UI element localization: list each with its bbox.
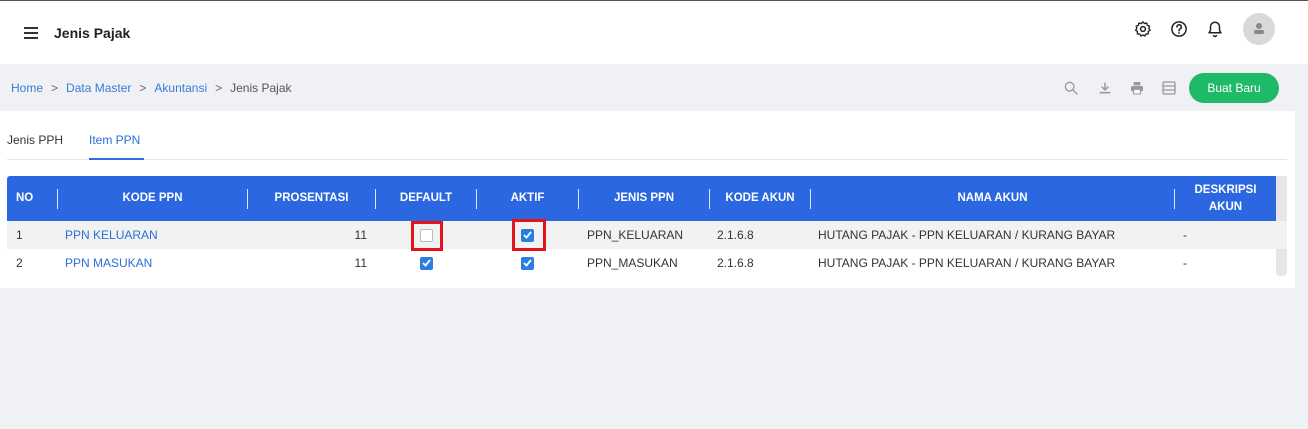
avatar[interactable]	[1243, 13, 1275, 45]
cell-no: 2	[16, 256, 23, 270]
cell-kode-akun: 2.1.6.8	[717, 228, 754, 242]
print-icon[interactable]	[1129, 80, 1145, 96]
breadcrumb-separator: >	[215, 81, 223, 95]
ppn-table: NO KODE PPN PROSENTASI DEFAULT AKTIF JEN…	[7, 176, 1287, 277]
create-new-button[interactable]: Buat Baru	[1189, 73, 1279, 103]
table-row[interactable]: 2 PPN MASUKAN 11 PPN_MASUKAN 2.1.6.8 HUT…	[7, 249, 1287, 277]
highlight-aktif-checkbox	[512, 219, 546, 251]
breadcrumb-current: Jenis Pajak	[230, 81, 292, 95]
aktif-checkbox[interactable]	[521, 256, 534, 270]
settings-icon[interactable]	[1134, 20, 1152, 38]
active-tab-indicator	[89, 158, 144, 160]
tab-item-ppn[interactable]: Item PPN	[89, 133, 140, 147]
breadcrumb-separator: >	[51, 81, 59, 95]
download-icon[interactable]	[1097, 80, 1113, 96]
cell-nama-akun: HUTANG PAJAK - PPN KELUARAN / KURANG BAY…	[818, 228, 1116, 242]
check-icon	[523, 259, 532, 267]
breadcrumb-separator: >	[139, 81, 147, 95]
column-header-no[interactable]: NO	[7, 176, 57, 221]
column-header-jenis-ppn[interactable]: JENIS PPN	[579, 176, 709, 221]
cell-no: 1	[16, 228, 23, 242]
column-header-default[interactable]: DEFAULT	[376, 176, 476, 221]
column-header-kode-ppn[interactable]: KODE PPN	[58, 176, 247, 221]
table-row[interactable]: 1 PPN KELUARAN 11 PPN_KELUARAN 2.1.6.8 H…	[7, 221, 1287, 249]
breadcrumb-data-master[interactable]: Data Master	[66, 81, 131, 95]
cell-nama-akun: HUTANG PAJAK - PPN KELUARAN / KURANG BAY…	[818, 256, 1116, 270]
columns-icon[interactable]	[1161, 80, 1177, 96]
cell-kode-ppn-link[interactable]: PPN MASUKAN	[65, 249, 152, 277]
breadcrumb-bar: Home > Data Master > Akuntansi > Jenis P…	[0, 64, 1308, 111]
cell-jenis-ppn: PPN_MASUKAN	[587, 256, 678, 270]
tab-jenis-pph[interactable]: Jenis PPH	[7, 133, 63, 147]
content-panel: Jenis PPH Item PPN NO KODE PPN PROSENTAS…	[0, 111, 1295, 288]
breadcrumb-akuntansi[interactable]: Akuntansi	[154, 81, 207, 95]
tab-bar: Jenis PPH Item PPN	[7, 111, 1287, 160]
table-header: NO KODE PPN PROSENTASI DEFAULT AKTIF JEN…	[7, 176, 1287, 221]
cell-prosentasi: 11	[354, 256, 367, 270]
search-icon[interactable]	[1063, 80, 1079, 96]
cell-jenis-ppn: PPN_KELUARAN	[587, 228, 684, 242]
column-header-deskripsi-line2: AKUN	[1208, 200, 1243, 213]
check-icon	[422, 259, 431, 267]
app-header: Jenis Pajak	[0, 1, 1308, 64]
cell-kode-akun: 2.1.6.8	[717, 256, 754, 270]
breadcrumb-home[interactable]: Home	[11, 81, 43, 95]
user-avatar-icon	[1254, 23, 1264, 34]
cell-deskripsi: -	[1183, 256, 1187, 270]
page-title: Jenis Pajak	[54, 25, 131, 41]
default-checkbox[interactable]	[420, 256, 433, 270]
column-header-kode-akun[interactable]: KODE AKUN	[710, 176, 810, 221]
column-header-deskripsi-line1: DESKRIPSI	[1194, 183, 1257, 196]
highlight-default-checkbox	[411, 221, 443, 251]
column-header-nama-akun[interactable]: NAMA AKUN	[811, 176, 1174, 221]
column-header-deskripsi-akun[interactable]: DESKRIPSI AKUN	[1175, 176, 1276, 221]
column-header-prosentasi[interactable]: PROSENTASI	[248, 176, 375, 221]
cell-prosentasi: 11	[354, 228, 367, 242]
breadcrumb: Home > Data Master > Akuntansi > Jenis P…	[11, 81, 292, 95]
cell-kode-ppn-link[interactable]: PPN KELUARAN	[65, 221, 158, 249]
bell-icon[interactable]	[1206, 20, 1224, 38]
cell-deskripsi: -	[1183, 228, 1187, 242]
column-header-aktif[interactable]: AKTIF	[477, 176, 578, 221]
menu-icon[interactable]	[24, 27, 38, 39]
help-icon[interactable]	[1170, 20, 1188, 38]
